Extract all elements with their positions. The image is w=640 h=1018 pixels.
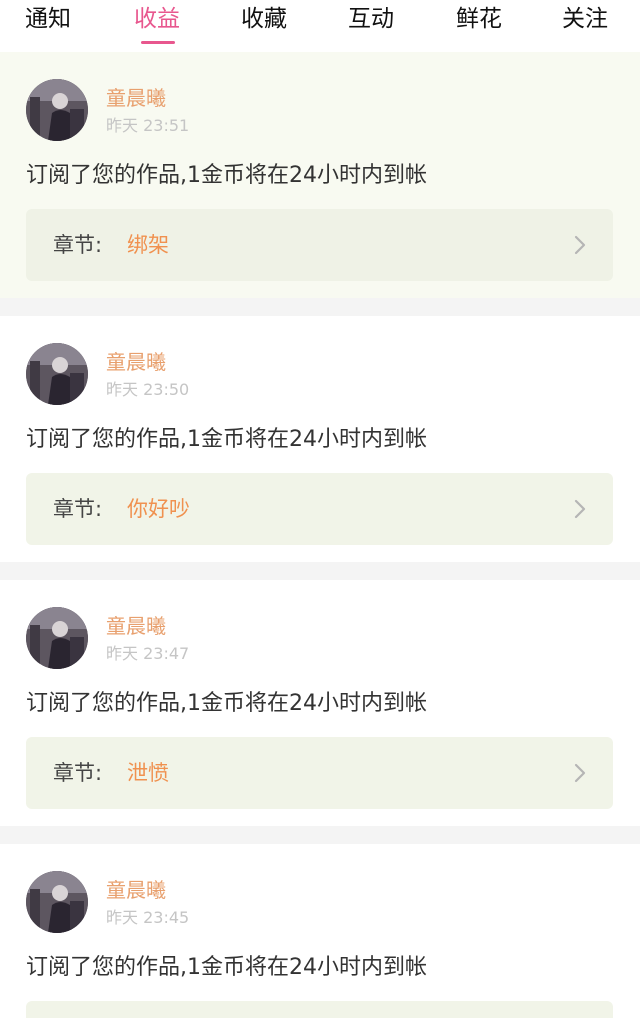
chevron-right-icon	[574, 235, 586, 255]
tab-earnings[interactable]: 收益	[134, 2, 180, 36]
notification-card[interactable]: 童晨曦 昨天 23:51 订阅了您的作品,1金币将在24小时内到帐 章节: 绑架	[0, 52, 640, 298]
active-tab-indicator	[141, 41, 175, 44]
chapter-name: 你好吵	[127, 497, 190, 521]
notification-message: 订阅了您的作品,1金币将在24小时内到帐	[26, 427, 427, 452]
notification-message: 订阅了您的作品,1金币将在24小时内到帐	[26, 691, 427, 716]
card-divider	[0, 298, 640, 316]
username[interactable]: 童晨曦	[106, 349, 166, 375]
username[interactable]: 童晨曦	[106, 613, 166, 639]
avatar[interactable]	[26, 79, 88, 141]
chapter-name: 泄愤	[127, 761, 169, 785]
notification-card[interactable]: 童晨曦 昨天 23:47 订阅了您的作品,1金币将在24小时内到帐 章节: 泄愤	[0, 580, 640, 826]
chevron-right-icon	[574, 763, 586, 783]
username[interactable]: 童晨曦	[106, 85, 166, 111]
card-divider	[0, 826, 640, 844]
tab-bar: 通知 收益 收藏 互动 鲜花 关注	[0, 0, 640, 52]
timestamp: 昨天 23:45	[106, 908, 190, 927]
tab-flowers[interactable]: 鲜花	[456, 2, 502, 36]
chapter-link[interactable]: 章节: 泄愤	[26, 737, 613, 809]
notification-message: 订阅了您的作品,1金币将在24小时内到帐	[26, 163, 427, 188]
chapter-name: 绑架	[127, 233, 169, 257]
timestamp: 昨天 23:47	[106, 644, 190, 663]
card-divider	[0, 562, 640, 580]
chapter-link[interactable]	[26, 1001, 613, 1018]
timestamp: 昨天 23:50	[106, 380, 190, 399]
notification-card[interactable]: 童晨曦 昨天 23:50 订阅了您的作品,1金币将在24小时内到帐 章节: 你好…	[0, 316, 640, 562]
notification-card[interactable]: 童晨曦 昨天 23:45 订阅了您的作品,1金币将在24小时内到帐	[0, 844, 640, 1018]
chapter-label: 章节:	[53, 233, 103, 257]
tab-favorites[interactable]: 收藏	[241, 2, 287, 36]
tab-follows[interactable]: 关注	[562, 2, 608, 36]
chapter-label: 章节:	[53, 761, 103, 785]
timestamp: 昨天 23:51	[106, 116, 190, 135]
chevron-right-icon	[574, 499, 586, 519]
notification-message: 订阅了您的作品,1金币将在24小时内到帐	[26, 955, 427, 980]
avatar[interactable]	[26, 343, 88, 405]
username[interactable]: 童晨曦	[106, 877, 166, 903]
chapter-link[interactable]: 章节: 你好吵	[26, 473, 613, 545]
avatar[interactable]	[26, 607, 88, 669]
chapter-label: 章节:	[53, 497, 103, 521]
tab-notifications[interactable]: 通知	[25, 2, 71, 36]
tab-interactions[interactable]: 互动	[348, 2, 394, 36]
chapter-link[interactable]: 章节: 绑架	[26, 209, 613, 281]
avatar[interactable]	[26, 871, 88, 933]
